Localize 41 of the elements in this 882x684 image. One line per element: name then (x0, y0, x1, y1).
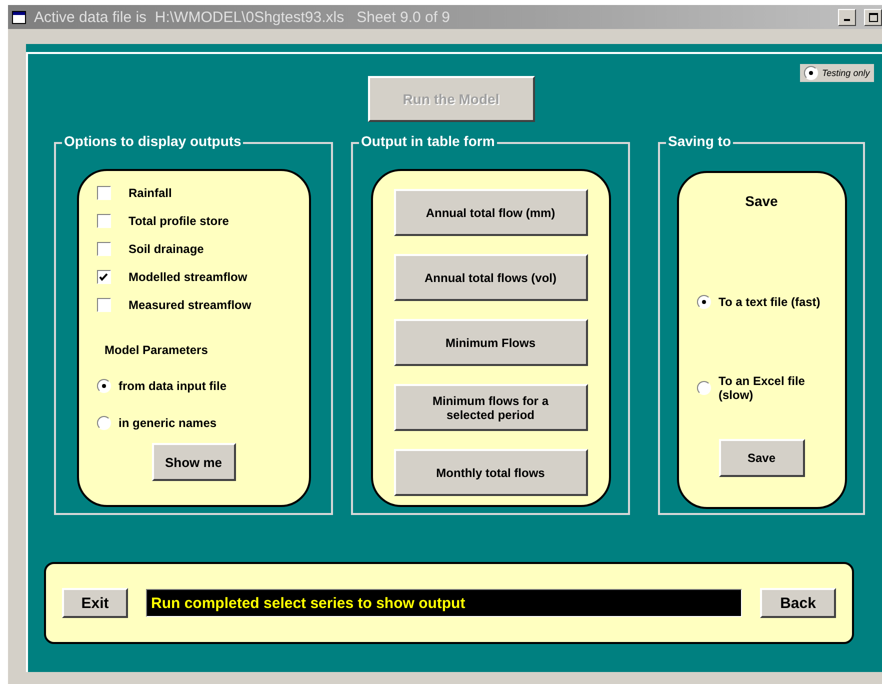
checkbox-label: Measured streamflow (128, 298, 252, 312)
save-button[interactable]: Save (718, 439, 804, 477)
radio-label: from data input file (118, 378, 226, 392)
radio-button[interactable] (696, 295, 710, 309)
maximize-button[interactable] (864, 8, 882, 26)
checkbox-label: Modelled streamflow (128, 270, 248, 284)
checkbox[interactable] (96, 270, 110, 284)
window-title: Active data file is H:\WMODEL\0Shgtest93.xls Sheet 9.0 of 9 (34, 8, 452, 26)
checkbox[interactable] (96, 214, 110, 228)
group-title: Saving to (666, 133, 734, 149)
table-output-button[interactable]: Annual total flow (mm) (394, 189, 588, 236)
radio-button[interactable] (96, 416, 110, 430)
maximize-icon (868, 12, 878, 22)
status-message: Run completed select series to show output (146, 589, 742, 617)
table-output-button[interactable]: Annual total flows (vol) (394, 254, 588, 301)
testing-option[interactable]: Testing only (800, 64, 874, 82)
radio-button[interactable] (804, 66, 818, 80)
table-output-button[interactable]: Monthly total flows (394, 449, 588, 496)
checkbox-label: Rainfall (128, 186, 172, 200)
radio-label: To a text file (fast) (718, 295, 822, 309)
save-heading: Save (744, 193, 779, 209)
back-button[interactable]: Back (760, 588, 836, 618)
checkbox[interactable] (96, 298, 110, 312)
option-label: Testing only (822, 68, 870, 78)
minimize-button[interactable] (838, 8, 856, 26)
radio-label: To an Excel file (slow) (718, 374, 806, 402)
table-output-button[interactable]: Minimum Flows (394, 319, 588, 366)
checkbox[interactable] (96, 242, 110, 256)
checkbox-label: Soil drainage (128, 242, 204, 256)
exit-button[interactable]: Exit (62, 588, 128, 618)
show-me-button[interactable]: Show me (152, 443, 236, 481)
group-title: Options to display outputs (62, 133, 244, 149)
window-icon (12, 10, 26, 24)
section-title: Model Parameters (104, 343, 209, 357)
table-output-button[interactable]: Minimum flows for a selected period (394, 384, 588, 431)
radio-button[interactable] (696, 381, 710, 395)
radio-button[interactable] (96, 378, 110, 392)
radio-label: in generic names (118, 416, 217, 430)
checkbox[interactable] (96, 186, 110, 200)
group-title: Output in table form (359, 133, 497, 149)
checkbox-label: Total profile store (128, 214, 229, 228)
